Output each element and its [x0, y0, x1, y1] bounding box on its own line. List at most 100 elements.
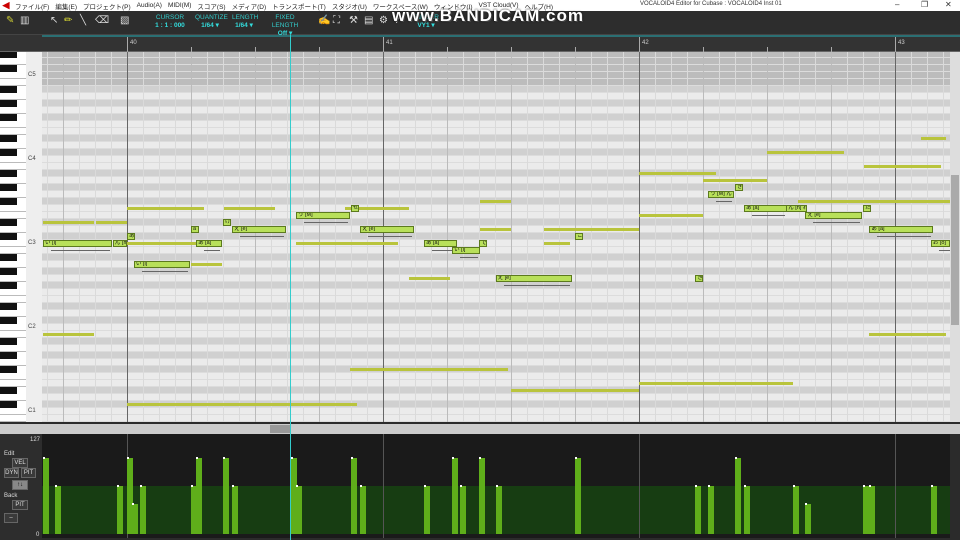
velocity-handle[interactable]: [452, 457, 455, 460]
white-key[interactable]: [0, 142, 26, 149]
note[interactable]: お [o]: [930, 240, 950, 247]
velocity-handle[interactable]: [191, 484, 193, 487]
white-key[interactable]: [0, 163, 26, 170]
black-key[interactable]: [0, 135, 17, 142]
close-button[interactable]: ✕: [945, 0, 952, 9]
black-key[interactable]: [0, 254, 17, 261]
note[interactable]: い [i]: [133, 261, 191, 268]
piano-keyboard-icon[interactable]: ▥: [20, 15, 29, 26]
black-key[interactable]: [0, 401, 17, 408]
black-key[interactable]: [0, 303, 17, 310]
black-key[interactable]: [0, 149, 17, 156]
velocity-bar[interactable]: [43, 458, 50, 534]
white-key[interactable]: [0, 247, 26, 254]
white-key[interactable]: [0, 394, 26, 401]
white-key[interactable]: [0, 205, 26, 212]
white-key[interactable]: [0, 324, 26, 331]
white-key[interactable]: [0, 408, 26, 415]
vertical-scroll-thumb[interactable]: [951, 175, 959, 325]
velocity-handle[interactable]: [132, 502, 135, 505]
piano-keyboard[interactable]: [0, 52, 26, 422]
note[interactable]: a: [191, 226, 199, 233]
white-key[interactable]: [0, 177, 26, 184]
note[interactable]: え [e]: [805, 212, 862, 219]
horizontal-scrollbar[interactable]: [0, 424, 960, 434]
back-parameter-select[interactable]: PIT: [12, 500, 28, 510]
menu-item[interactable]: 編集(E): [52, 1, 80, 11]
score-icon[interactable]: ▧: [120, 15, 129, 26]
velocity-bar[interactable]: [351, 458, 357, 534]
velocity-bar[interactable]: [295, 485, 302, 534]
velocity-handle[interactable]: [695, 484, 698, 487]
velocity-bar[interactable]: [479, 458, 485, 534]
velocity-handle[interactable]: [196, 457, 199, 460]
velocity-handle[interactable]: [792, 484, 795, 487]
velocity-handle[interactable]: [359, 484, 362, 487]
black-key[interactable]: [0, 387, 17, 394]
tools-icon[interactable]: ⚒: [349, 15, 358, 26]
velocity-handle[interactable]: [351, 457, 353, 460]
note[interactable]: う [M] ん [m]: [708, 191, 734, 198]
white-key[interactable]: [0, 373, 26, 380]
velocity-handle[interactable]: [295, 484, 298, 487]
black-key[interactable]: [0, 352, 17, 359]
note[interactable]: き: [735, 184, 743, 191]
velocity-bar[interactable]: [930, 485, 937, 534]
white-key[interactable]: [0, 72, 26, 79]
velocity-bar[interactable]: [695, 485, 702, 534]
white-key[interactable]: [0, 415, 26, 422]
velocity-bar[interactable]: [735, 458, 741, 534]
edit-icon[interactable]: ✍: [318, 15, 330, 26]
menu-item[interactable]: ファイル(F): [12, 1, 52, 11]
fullscreen-icon[interactable]: ⛶: [333, 15, 340, 26]
velocity-handle[interactable]: [290, 457, 293, 460]
quantize-value[interactable]: 1/64 ▾: [195, 22, 225, 30]
collapse-button[interactable]: –: [4, 513, 18, 523]
velocity-bar[interactable]: [132, 503, 139, 534]
note[interactable]: い [i]: [43, 240, 113, 247]
white-key[interactable]: [0, 275, 26, 282]
white-key[interactable]: [0, 121, 26, 128]
velocity-bar[interactable]: [116, 485, 123, 534]
dyn-button[interactable]: DYN: [4, 468, 19, 478]
black-key[interactable]: [0, 86, 17, 93]
black-key[interactable]: [0, 282, 17, 289]
black-key[interactable]: [0, 268, 17, 275]
note[interactable]: ん [m]: [112, 240, 127, 247]
black-key[interactable]: [0, 170, 17, 177]
velocity-handle[interactable]: [423, 484, 426, 487]
white-key[interactable]: [0, 58, 26, 65]
white-key[interactable]: [0, 289, 26, 296]
edit-parameter-select[interactable]: VEL: [12, 458, 28, 468]
velocity-bar[interactable]: [231, 485, 238, 534]
velocity-bar[interactable]: [423, 485, 430, 534]
note[interactable]: あ [a]: [423, 240, 458, 247]
minimize-button[interactable]: –: [895, 0, 899, 9]
black-key[interactable]: [0, 219, 17, 226]
white-key[interactable]: [0, 226, 26, 233]
pointer-tool-icon[interactable]: ↖: [50, 15, 58, 26]
velocity-handle[interactable]: [116, 484, 119, 487]
black-key[interactable]: [0, 198, 17, 205]
white-key[interactable]: [0, 380, 26, 387]
velocity-bar[interactable]: [792, 485, 799, 534]
velocity-editor[interactable]: [42, 434, 950, 538]
velocity-handle[interactable]: [495, 484, 498, 487]
black-key[interactable]: [0, 100, 17, 107]
restore-button[interactable]: ❐: [921, 0, 928, 9]
note[interactable]: き: [695, 275, 703, 282]
menu-item[interactable]: Audio(A): [134, 2, 165, 9]
black-key[interactable]: [0, 338, 17, 345]
white-key[interactable]: [0, 212, 26, 219]
velocity-bar[interactable]: [196, 458, 203, 534]
menu-item[interactable]: スコア(S): [194, 1, 228, 11]
length-value[interactable]: 1/64 ▾: [232, 22, 256, 30]
note[interactable]: け: [223, 219, 231, 226]
eraser-tool-icon[interactable]: ⌫: [95, 15, 109, 26]
velocity-bar[interactable]: [139, 485, 146, 534]
pit-button[interactable]: PIT: [21, 468, 36, 478]
white-key[interactable]: [0, 331, 26, 338]
velocity-bar[interactable]: [223, 458, 229, 534]
white-key[interactable]: [0, 345, 26, 352]
velocity-handle[interactable]: [735, 457, 737, 460]
